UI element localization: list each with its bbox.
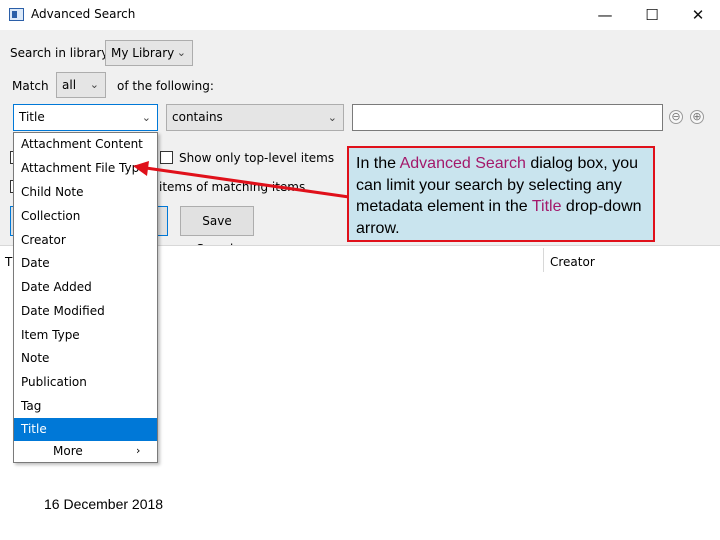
dropdown-item-tag[interactable]: Tag bbox=[14, 395, 157, 418]
remove-condition-button[interactable]: ⊖ bbox=[669, 110, 683, 124]
save-search-button[interactable]: Save Search bbox=[180, 206, 254, 256]
condition-operator-select[interactable]: contains ⌄ bbox=[166, 104, 344, 131]
chevron-down-icon: ⌄ bbox=[176, 46, 186, 59]
match-label: Match bbox=[12, 79, 49, 93]
add-condition-button[interactable]: ⊕ bbox=[690, 110, 704, 124]
dropdown-item-creator[interactable]: Creator bbox=[14, 229, 157, 252]
column-divider[interactable] bbox=[543, 248, 544, 272]
annotation-callout: In the Advanced Search dialog box, you c… bbox=[347, 146, 655, 242]
dropdown-item-collection[interactable]: Collection bbox=[14, 205, 157, 228]
top-level-label: Show only top-level items bbox=[179, 151, 335, 165]
title-bar: Advanced Search — ☐ ✕ bbox=[0, 0, 720, 30]
condition-operator-value: contains bbox=[172, 110, 223, 124]
advanced-search-window: Advanced Search — ☐ ✕ Search in library:… bbox=[0, 0, 720, 490]
match-select-value: all bbox=[62, 78, 77, 92]
match-select[interactable]: all ⌄ bbox=[56, 72, 106, 98]
matching-items-label: items of matching items bbox=[159, 180, 306, 194]
chevron-down-icon: ⌄ bbox=[141, 111, 151, 124]
callout-highlight-title: Title bbox=[531, 198, 562, 215]
dropdown-item-attachment-content[interactable]: Attachment Content bbox=[14, 133, 157, 156]
condition-field-value: Title bbox=[19, 110, 45, 124]
top-level-checkbox[interactable] bbox=[160, 151, 173, 164]
minimize-button[interactable]: — bbox=[582, 0, 628, 30]
more-label: More bbox=[53, 444, 83, 458]
app-window-icon bbox=[9, 8, 24, 21]
following-label: of the following: bbox=[117, 79, 214, 93]
dropdown-item-date-modified[interactable]: Date Modified bbox=[14, 300, 157, 323]
dropdown-item-more[interactable]: More › bbox=[14, 440, 157, 462]
condition-field-select[interactable]: Title ⌄ bbox=[13, 104, 158, 131]
dropdown-item-date-added[interactable]: Date Added bbox=[14, 276, 157, 299]
chevron-down-icon: ⌄ bbox=[89, 78, 99, 91]
callout-text-1: In the bbox=[356, 155, 400, 172]
library-select-value: My Library bbox=[111, 46, 175, 60]
library-label: Search in library: bbox=[10, 46, 112, 60]
results-column-creator[interactable]: Creator bbox=[550, 255, 595, 269]
library-select[interactable]: My Library ⌄ bbox=[105, 40, 193, 66]
chevron-down-icon: ⌄ bbox=[327, 111, 337, 124]
condition-text-input[interactable] bbox=[352, 104, 663, 131]
dropdown-item-note[interactable]: Note bbox=[14, 347, 157, 370]
dropdown-item-item-type[interactable]: Item Type bbox=[14, 324, 157, 347]
callout-highlight-advanced-search: Advanced Search bbox=[399, 155, 526, 172]
close-button[interactable]: ✕ bbox=[675, 0, 720, 30]
dropdown-item-date[interactable]: Date bbox=[14, 252, 157, 275]
dropdown-item-attachment-file-type[interactable]: Attachment File Type bbox=[14, 157, 157, 180]
chevron-right-icon: › bbox=[136, 444, 141, 457]
maximize-button[interactable]: ☐ bbox=[629, 0, 675, 30]
dropdown-item-publication[interactable]: Publication bbox=[14, 371, 157, 394]
field-dropdown-menu: Attachment Content Attachment File Type … bbox=[13, 132, 158, 463]
window-title: Advanced Search bbox=[31, 7, 136, 21]
dropdown-item-title[interactable]: Title bbox=[14, 418, 157, 441]
footer-date: 16 December 2018 bbox=[44, 496, 164, 512]
dropdown-item-child-note[interactable]: Child Note bbox=[14, 181, 157, 204]
